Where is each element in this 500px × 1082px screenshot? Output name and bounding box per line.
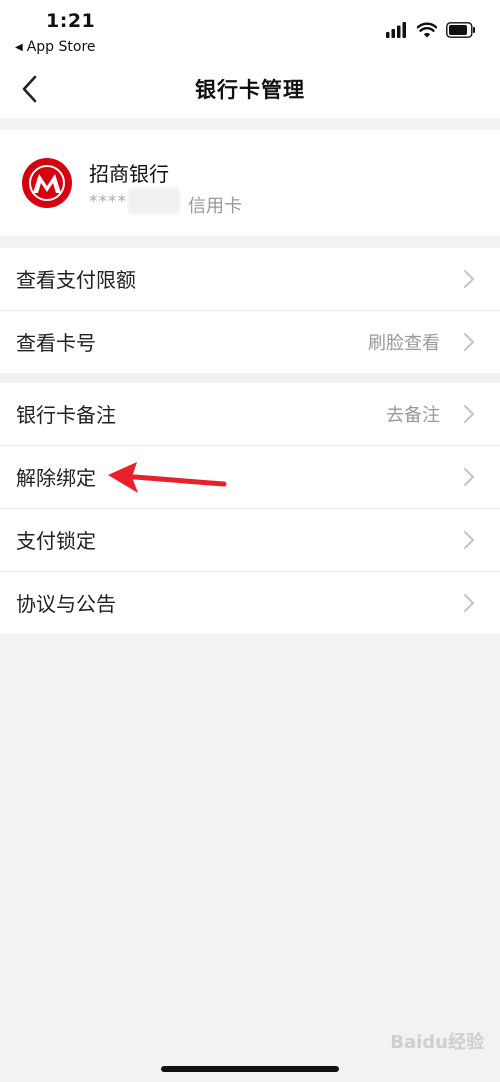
baidu-watermark: Baidu经验 xyxy=(390,1032,484,1053)
row-value: 去备注 xyxy=(386,405,440,426)
status-icons xyxy=(386,22,476,38)
signal-icon xyxy=(386,22,406,38)
card-info: 招商银行 **** 信用卡 xyxy=(0,130,500,236)
back-triangle-icon: ◀ xyxy=(15,41,23,53)
battery-icon xyxy=(446,22,475,38)
card-masked-number: **** xyxy=(89,192,127,212)
bank-name: 招商银行 xyxy=(89,162,169,186)
agreements-row[interactable]: 协议与公告 xyxy=(0,572,500,634)
chevron-right-icon xyxy=(464,405,474,423)
chevron-right-icon xyxy=(464,468,474,486)
view-payment-limit-row[interactable]: 查看支付限额 xyxy=(0,248,500,311)
settings-group-2: 银行卡备注 去备注 解除绑定 支付锁定 协议与公告 xyxy=(0,383,500,634)
top-bar: 1:21 ◀ App Store 银行卡管理 xyxy=(0,0,500,118)
cmb-bank-logo-icon xyxy=(22,158,72,208)
wifi-icon xyxy=(417,22,437,38)
card-remark-row[interactable]: 银行卡备注 去备注 xyxy=(0,383,500,446)
view-card-number-row[interactable]: 查看卡号 刷脸查看 xyxy=(0,311,500,373)
row-label: 查看卡号 xyxy=(16,331,96,355)
row-label: 协议与公告 xyxy=(16,592,116,616)
row-label: 银行卡备注 xyxy=(16,403,116,427)
redacted-card-digits xyxy=(128,188,180,214)
back-to-app-link[interactable]: ◀ App Store xyxy=(15,39,96,55)
settings-group-1: 查看支付限额 查看卡号 刷脸查看 xyxy=(0,248,500,373)
card-type: 信用卡 xyxy=(188,196,242,217)
row-label: 查看支付限额 xyxy=(16,268,136,292)
unbind-card-row[interactable]: 解除绑定 xyxy=(0,446,500,509)
status-time: 1:21 xyxy=(46,10,96,32)
red-annotation-arrow-icon xyxy=(108,462,227,493)
page-title: 银行卡管理 xyxy=(195,78,305,102)
row-value: 刷脸查看 xyxy=(368,333,440,354)
home-indicator[interactable] xyxy=(161,1066,339,1072)
chevron-right-icon xyxy=(464,594,474,612)
row-label: 支付锁定 xyxy=(16,529,96,553)
chevron-right-icon xyxy=(464,531,474,549)
chevron-right-icon xyxy=(464,270,474,288)
chevron-right-icon xyxy=(464,333,474,351)
row-label: 解除绑定 xyxy=(16,466,96,490)
payment-lock-row[interactable]: 支付锁定 xyxy=(0,509,500,572)
back-app-label: App Store xyxy=(26,39,96,55)
